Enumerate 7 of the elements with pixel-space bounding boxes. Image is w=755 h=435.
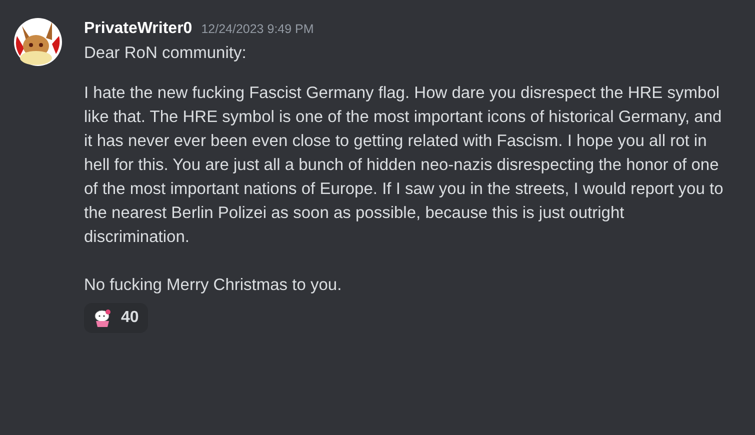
message-text: No fucking Merry Christmas to you. xyxy=(84,275,343,296)
message-text: I hate the new fucking Fascist Germany flag. How dare you disrespect the HRE symbol like that. The HRE symbol is one of the most important icons of historical Germany, and it has never ever been even close to getting related with Fascism. I hope you all rot in hell for this. You are just all a bunch of hidden neo-nazis disrespecting the honor of one of the most important nations of Europe. If I saw you in the streets, I would report you to the nearest Berlin Polizei as soon as possible, because this is just outright discrimination. xyxy=(84,83,724,248)
avatar-icon[interactable] xyxy=(14,18,62,66)
timestamp: 12/24/2023 9:49 PM xyxy=(201,21,314,38)
reaction-button[interactable]: 40 xyxy=(84,303,148,333)
author-name[interactable]: PrivateWriter0 xyxy=(84,18,192,40)
message-text: Dear RoN community: xyxy=(84,43,248,64)
